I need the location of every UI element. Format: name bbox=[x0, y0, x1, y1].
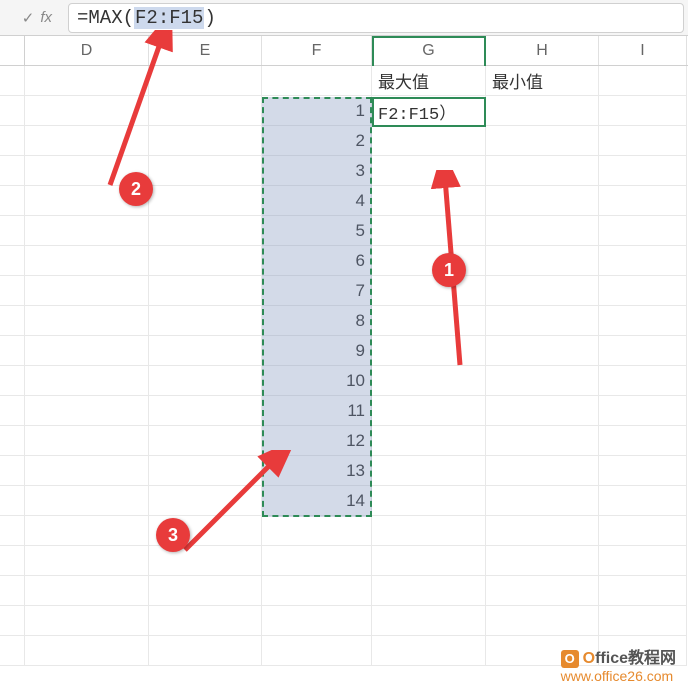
col-header-G[interactable]: G bbox=[372, 36, 486, 65]
cell[interactable] bbox=[262, 66, 372, 96]
cell-F11[interactable]: 10 bbox=[262, 366, 372, 396]
table-row: 6 bbox=[0, 246, 688, 276]
table-row: 1 bbox=[0, 96, 688, 126]
cell-G2[interactable] bbox=[372, 96, 486, 126]
cell-F8[interactable]: 7 bbox=[262, 276, 372, 306]
col-header-spacer bbox=[0, 36, 25, 65]
formula-eq: = bbox=[77, 7, 88, 29]
cell-F4[interactable]: 3 bbox=[262, 156, 372, 186]
cell-F14[interactable]: 13 bbox=[262, 456, 372, 486]
cell[interactable] bbox=[599, 66, 687, 96]
cell-F13[interactable]: 12 bbox=[262, 426, 372, 456]
cell-F2[interactable]: 1 bbox=[262, 96, 372, 126]
cell[interactable] bbox=[149, 96, 262, 126]
row-header[interactable] bbox=[0, 96, 25, 126]
cell-F3[interactable]: 2 bbox=[262, 126, 372, 156]
table-row: 11 bbox=[0, 396, 688, 426]
cell-F15[interactable]: 14 bbox=[262, 486, 372, 516]
column-headers: D E F G H I bbox=[0, 36, 688, 66]
formula-controls: ✓ fx bbox=[0, 9, 60, 27]
cell[interactable] bbox=[149, 66, 262, 96]
col-header-D[interactable]: D bbox=[25, 36, 149, 65]
accept-formula-icon[interactable]: ✓ bbox=[22, 9, 35, 27]
formula-close: ) bbox=[204, 7, 215, 29]
col-header-I[interactable]: I bbox=[599, 36, 687, 65]
table-row: 最大值 最小值 bbox=[0, 66, 688, 96]
cell-F9[interactable]: 8 bbox=[262, 306, 372, 336]
col-header-E[interactable]: E bbox=[149, 36, 262, 65]
table-row: 2 bbox=[0, 126, 688, 156]
table-row: 13 bbox=[0, 456, 688, 486]
cell-F12[interactable]: 11 bbox=[262, 396, 372, 426]
cell-F6[interactable]: 5 bbox=[262, 216, 372, 246]
table-row: 12 bbox=[0, 426, 688, 456]
cell-F5[interactable]: 4 bbox=[262, 186, 372, 216]
table-row: 5 bbox=[0, 216, 688, 246]
formula-input[interactable]: =MAX(F2:F15) bbox=[68, 3, 684, 33]
table-row: 10 bbox=[0, 366, 688, 396]
cell[interactable] bbox=[486, 96, 599, 126]
fx-icon[interactable]: fx bbox=[40, 9, 52, 26]
table-row: 4 bbox=[0, 186, 688, 216]
cell-F7[interactable]: 6 bbox=[262, 246, 372, 276]
row-header[interactable] bbox=[0, 66, 25, 96]
table-row: 9 bbox=[0, 336, 688, 366]
table-row: 3 bbox=[0, 156, 688, 186]
table-row: 8 bbox=[0, 306, 688, 336]
cell-H1[interactable]: 最小值 bbox=[486, 66, 599, 96]
formula-ref: F2:F15 bbox=[134, 7, 204, 29]
formula-bar: ✓ fx =MAX(F2:F15) bbox=[0, 0, 688, 36]
col-header-H[interactable]: H bbox=[486, 36, 599, 65]
cell-F10[interactable]: 9 bbox=[262, 336, 372, 366]
spreadsheet-grid[interactable]: D E F G H I 最大值 最小值 1 2 bbox=[0, 36, 688, 666]
table-row: 14 bbox=[0, 486, 688, 516]
watermark-url: www.office26.com bbox=[561, 668, 676, 685]
col-header-F[interactable]: F bbox=[262, 36, 372, 65]
grid-body[interactable]: 最大值 最小值 1 2 3 4 bbox=[0, 66, 688, 666]
table-row: 7 bbox=[0, 276, 688, 306]
cell[interactable] bbox=[25, 66, 149, 96]
cell[interactable] bbox=[25, 96, 149, 126]
formula-fn: MAX bbox=[88, 7, 122, 29]
cell[interactable] bbox=[599, 96, 687, 126]
formula-open: ( bbox=[123, 7, 134, 29]
cell-G1[interactable]: 最大值 bbox=[372, 66, 486, 96]
